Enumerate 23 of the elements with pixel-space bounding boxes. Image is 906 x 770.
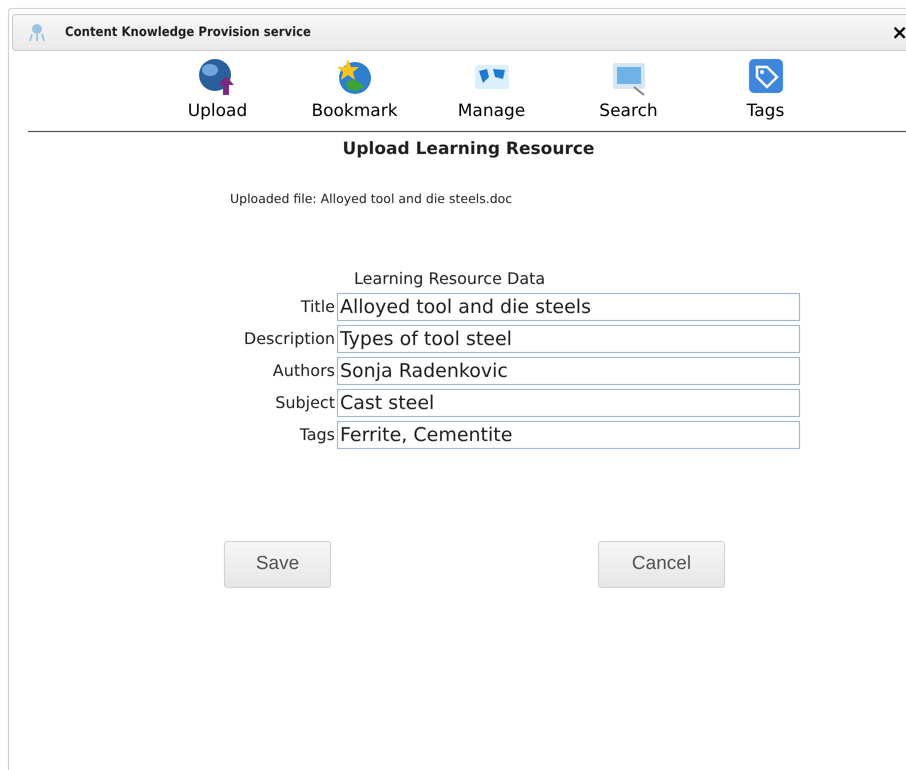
input-field[interactable]: Sonja Radenkovic: [337, 356, 800, 385]
field-label: Title: [300, 296, 335, 318]
save-button[interactable]: Save: [224, 540, 331, 588]
input-field[interactable]: Types of tool steel: [337, 324, 800, 353]
page-heading: Upload Learning Resource: [342, 138, 596, 160]
logo-icon: [29, 23, 45, 44]
input-field[interactable]: Cast steel: [337, 388, 800, 417]
close-button[interactable]: ×: [891, 22, 906, 42]
input-field[interactable]: Alloyed tool and die steels: [337, 292, 800, 321]
field-label: Subject: [274, 392, 335, 414]
toolbar-button[interactable]: Bookmark: [286, 57, 423, 124]
toolbar-button[interactable]: Search: [560, 57, 697, 124]
cancel-button[interactable]: Cancel: [598, 540, 725, 588]
field-label: Authors: [272, 360, 335, 382]
form-title: Learning Resource Data: [354, 268, 546, 290]
toolbar-button[interactable]: Tags: [697, 57, 834, 124]
input-field[interactable]: Ferrite, Cementite: [337, 420, 800, 449]
uploaded-file-text: Uploaded file: Alloyed tool and die steels.doc: [230, 190, 514, 208]
window-title: Content Knowledge Provision service: [65, 24, 311, 42]
field-label: Tags: [298, 424, 335, 446]
toolbar-button[interactable]: Upload: [149, 57, 286, 124]
field-label: Description: [242, 328, 335, 350]
toolbar-button[interactable]: Manage: [423, 57, 560, 124]
